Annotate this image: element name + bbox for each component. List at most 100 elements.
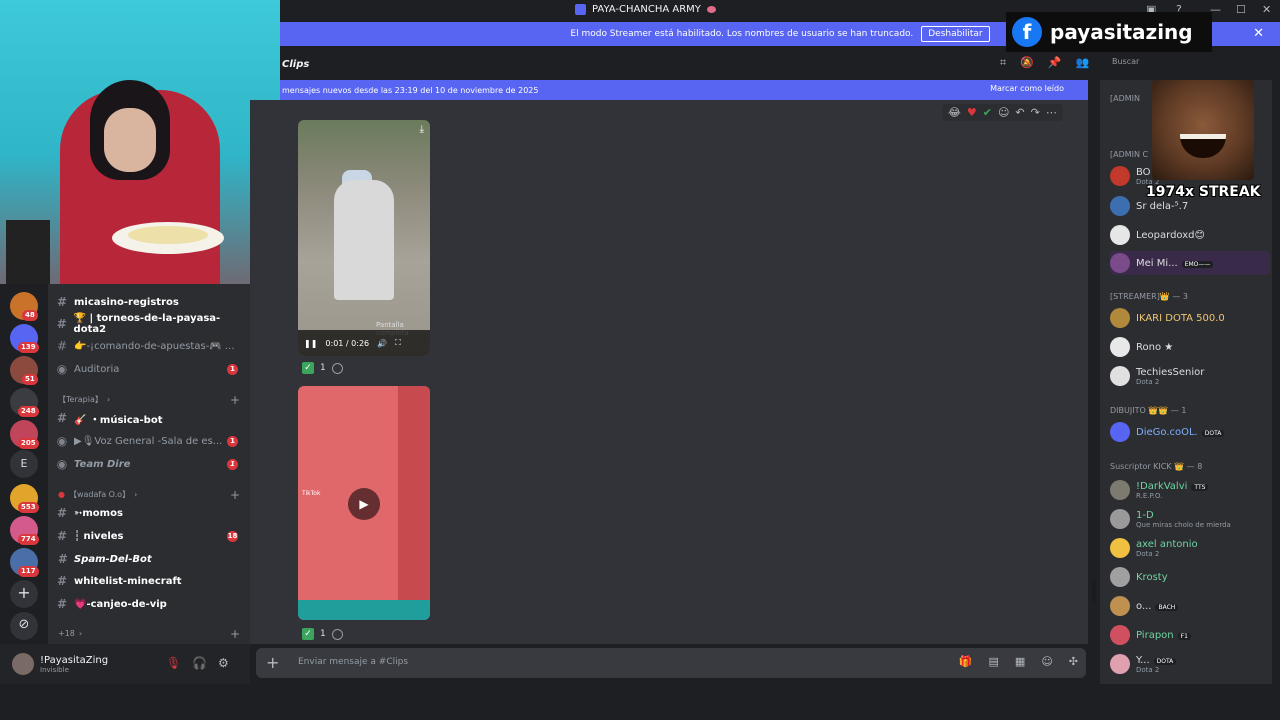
add-reaction-icon[interactable]: ☺: [998, 106, 1009, 119]
category-wadafa[interactable]: ● 【wadafa O.o】 › +: [58, 488, 244, 502]
message-composer[interactable]: + Enviar mensaje a #Clips 🎁 ▤ ▦ ☺ ✣: [256, 648, 1086, 678]
emoji-icon[interactable]: ☺: [1041, 655, 1052, 668]
check-icon: ✓: [302, 362, 314, 374]
channel-comando-apuestas[interactable]: # 👉-¡comando-de-apuestas-🎮 ...: [56, 336, 246, 356]
member-item[interactable]: Y... DOTA Dota 2: [1110, 652, 1270, 676]
headphones-icon[interactable]: 🎧: [192, 656, 207, 670]
add-reaction-icon[interactable]: [331, 628, 343, 640]
apps-icon[interactable]: ✣: [1069, 655, 1078, 668]
members-icon[interactable]: 👥: [1076, 56, 1090, 70]
member-item[interactable]: 1-D Que miras cholo de mierda: [1110, 507, 1270, 531]
video-attachment-1[interactable]: ⤓ Pantalla completa ❚❚ 0:01 / 0:26 🔊 ⛶: [298, 120, 430, 356]
fullscreen-icon[interactable]: ⛶: [395, 338, 401, 348]
unread-badge: 18: [227, 530, 238, 542]
avatar: [1110, 308, 1130, 328]
more-icon[interactable]: ⋯: [1046, 106, 1057, 119]
play-icon[interactable]: ▶: [348, 488, 380, 520]
volume-icon[interactable]: 🔊: [377, 339, 387, 348]
channel-auditoria[interactable]: ◉ Auditoria 1: [56, 359, 246, 379]
pin-icon[interactable]: 📌: [1048, 56, 1062, 70]
explore-icon[interactable]: ⊘: [10, 612, 38, 640]
member-item[interactable]: Mei Mi... EMO——: [1110, 251, 1270, 275]
add-channel-icon[interactable]: +: [230, 488, 240, 502]
member-group-label: Suscriptor KICK 👑 — 8: [1110, 462, 1203, 471]
member-group-label: [ADMIN: [1110, 94, 1140, 103]
mic-muted-icon[interactable]: 🎙: [166, 656, 181, 670]
heart-reaction-icon[interactable]: ♥: [967, 106, 977, 119]
channel-musica-bot[interactable]: # 🎸 ・música-bot: [56, 408, 246, 428]
pause-icon[interactable]: ❚❚: [304, 339, 317, 348]
threads-icon[interactable]: ⌗: [1000, 56, 1006, 70]
gift-icon[interactable]: 🎁: [959, 655, 973, 668]
channel-voz-general[interactable]: ◉ ▶🎙Voz General -Sala de es... 1: [56, 431, 246, 451]
speaker-icon: ◉: [56, 457, 68, 471]
member-item[interactable]: Pirapon F1: [1110, 623, 1270, 647]
avatar: [1110, 253, 1130, 273]
bell-muted-icon[interactable]: 🔕: [1020, 56, 1034, 70]
channel-title: Clips: [282, 58, 310, 70]
add-channel-icon[interactable]: +: [230, 393, 240, 407]
member-item[interactable]: !DarkValvi TTS R.E.P.O.: [1110, 478, 1270, 502]
server-badge: 139: [18, 342, 39, 353]
avatar: [1110, 509, 1130, 529]
sticker-icon[interactable]: ▦: [1015, 655, 1025, 668]
server-badge: 248: [18, 406, 39, 417]
member-item[interactable]: Krosty: [1110, 565, 1270, 589]
search-input[interactable]: Buscar: [1106, 54, 1272, 72]
member-item[interactable]: IKARI DOTA 500.0: [1110, 306, 1270, 330]
hash-icon: #: [56, 574, 68, 588]
reply-icon[interactable]: ↶: [1015, 106, 1024, 119]
download-icon[interactable]: ⤓: [420, 124, 424, 135]
mark-as-read-button[interactable]: Marcar como leído: [990, 84, 1064, 93]
avatar[interactable]: [12, 653, 34, 675]
attach-icon[interactable]: +: [266, 653, 279, 672]
webcam-overlay: [0, 0, 280, 284]
gear-icon[interactable]: ⚙: [218, 656, 229, 670]
disable-streamer-button[interactable]: Deshabilitar: [921, 26, 990, 42]
unread-badge: 1: [227, 458, 238, 470]
chevron-right-icon: ›: [78, 629, 83, 638]
pig-icon: [706, 6, 716, 13]
reaction-check[interactable]: ✓ 1: [302, 628, 343, 640]
member-item[interactable]: Rono ★: [1110, 335, 1270, 359]
facebook-icon: f: [1012, 17, 1042, 47]
channel-micasino-registros[interactable]: # micasino-registros: [56, 292, 246, 312]
maximize-button[interactable]: ☐: [1236, 3, 1246, 16]
close-icon[interactable]: ✕: [1253, 26, 1264, 41]
user-status: Invisible: [40, 665, 69, 674]
category-terapia[interactable]: 【Terapia】 › +: [58, 393, 244, 407]
channel-spam-del-bot[interactable]: # Spam-Del-Bot: [56, 549, 246, 569]
member-item[interactable]: axel antonio Dota 2: [1110, 536, 1270, 560]
add-reaction-icon[interactable]: [331, 362, 343, 374]
member-item[interactable]: DieGo.coOL. DOTA: [1110, 420, 1270, 444]
channel-torneos[interactable]: # 🏆 | torneos-de-la-payasa-dota2: [56, 313, 246, 335]
new-messages-bar[interactable]: mensajes nuevos desde las 23:19 del 10 d…: [280, 80, 1088, 100]
message-actions: 😂 ♥ ✔ ☺ ↶ ↷ ⋯: [942, 104, 1063, 121]
message-input[interactable]: Enviar mensaje a #Clips: [298, 657, 408, 667]
gif-icon[interactable]: ▤: [989, 655, 999, 668]
channel-niveles[interactable]: # ┆ niveles 18: [56, 526, 246, 546]
member-group-label: [STREAMER]👑 — 3: [1110, 292, 1188, 301]
channel-momos[interactable]: # ➳momos: [56, 503, 246, 523]
video-attachment-2[interactable]: TikTok ▶: [298, 386, 430, 620]
check-reaction-icon[interactable]: ✔: [983, 106, 992, 119]
server-badge: 51: [22, 374, 38, 385]
chat-scrollbar[interactable]: [1092, 580, 1096, 602]
member-item[interactable]: Leopardoxd😊: [1110, 223, 1270, 247]
channel-team-dire[interactable]: ◉ Team Dire 1: [56, 454, 246, 474]
avatar: [1110, 225, 1130, 245]
avatar: [1110, 596, 1130, 616]
channel-canjeo-de-vip[interactable]: # 💗-canjeo-de-vip: [56, 594, 246, 614]
add-server-icon[interactable]: +: [10, 580, 38, 608]
add-channel-icon[interactable]: +: [230, 627, 240, 641]
close-window-button[interactable]: ✕: [1262, 3, 1271, 16]
more-channels[interactable]: +18 › +: [58, 627, 244, 641]
header-toolbar: ⌗ 🔕 📌 👥: [1000, 56, 1089, 70]
forward-icon[interactable]: ↷: [1031, 106, 1040, 119]
member-item[interactable]: TechiesSenior Dota 2: [1110, 364, 1270, 388]
member-item[interactable]: o... BACH: [1110, 594, 1270, 618]
laugh-reaction-icon[interactable]: 😂: [948, 106, 961, 119]
server-icon-e[interactable]: E: [10, 450, 38, 478]
reaction-check[interactable]: ✓ 1: [302, 362, 343, 374]
channel-whitelist-minecraft[interactable]: # whitelist-minecraft: [56, 571, 246, 591]
